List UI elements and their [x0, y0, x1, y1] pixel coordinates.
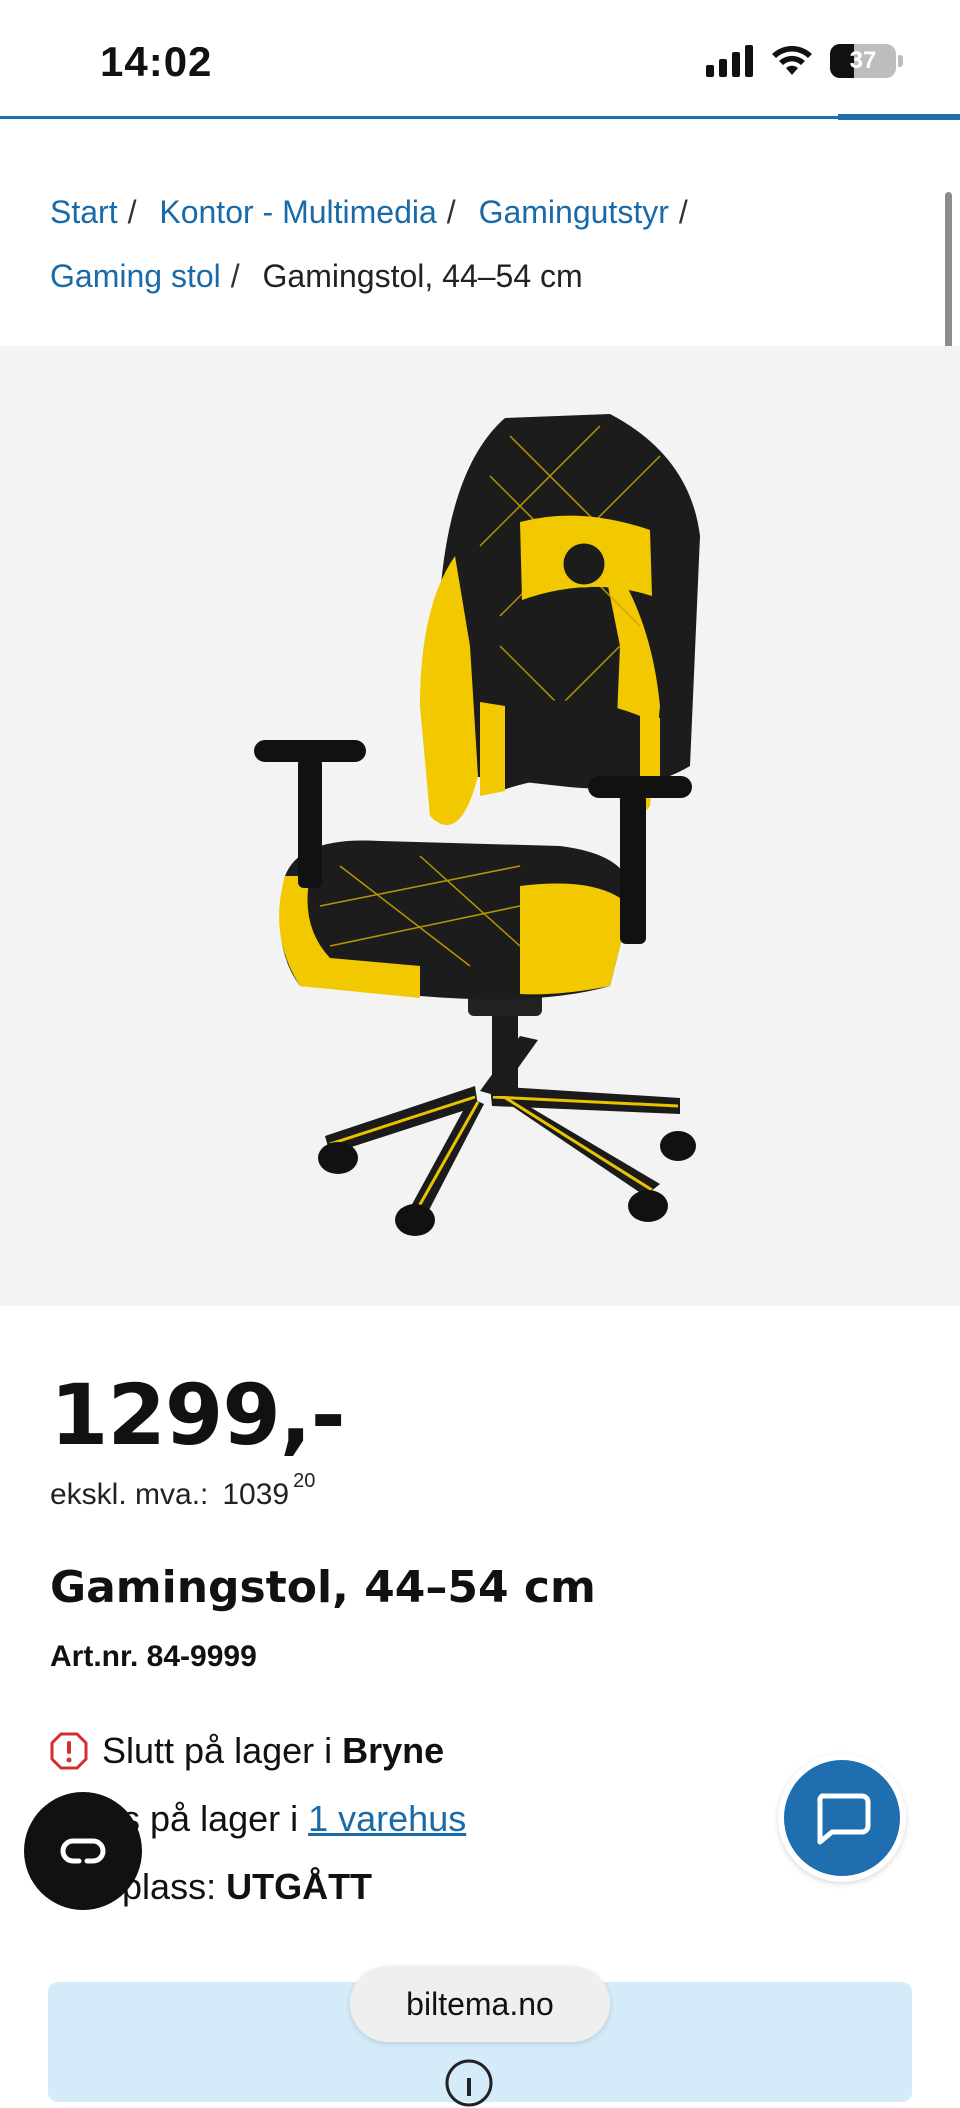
breadcrumb-gaming-stol[interactable]: Gaming stol	[50, 258, 221, 294]
product-title: Gamingstol, 44–54 cm	[50, 1562, 596, 1613]
breadcrumb-separator: /	[230, 258, 240, 294]
ex-vat-decimals: 20	[293, 1470, 316, 1492]
breadcrumb-start[interactable]: Start	[50, 194, 118, 230]
store-status-text: Slutt på lager i	[102, 1730, 333, 1771]
breadcrumb-kontor-multimedia[interactable]: Kontor - Multimedia	[159, 194, 436, 230]
breadcrumb-gamingutstyr[interactable]: Gamingutstyr	[479, 194, 669, 230]
article-number: Art.nr. 84-9999	[50, 1640, 257, 1673]
breadcrumb-separator: /	[446, 194, 456, 230]
compare-button[interactable]	[24, 1792, 142, 1910]
chat-button[interactable]	[778, 1754, 906, 1882]
warehouse-stock: eplass: UTGÅTT	[102, 1866, 372, 1908]
breadcrumb-separator: /	[678, 194, 688, 230]
chat-icon	[817, 1793, 871, 1845]
price-ex-vat: ekskl. mva.: 1039 20	[50, 1470, 315, 1512]
battery-icon: 37	[830, 44, 903, 78]
warehouse-status: UTGÅTT	[226, 1866, 373, 1907]
warning-icon	[50, 1732, 88, 1770]
page-load-progress-indicator	[838, 114, 960, 120]
breadcrumb-separator: /	[127, 194, 137, 230]
breadcrumb: Start / Kontor - Multimedia / Gamingutstyr…	[50, 180, 910, 308]
gaming-chair-image	[254, 414, 700, 1236]
store-stock-status: Slutt på lager i Bryne	[50, 1730, 444, 1772]
other-stores-stock: es på lager i 1 varehus	[102, 1798, 466, 1840]
battery-level: 37	[849, 47, 877, 74]
browser-url-bar[interactable]: biltema.no	[350, 1966, 610, 2042]
breadcrumb-current: Gamingstol, 44–54 cm	[262, 258, 583, 294]
info-icon	[445, 2059, 493, 2107]
wifi-icon	[772, 46, 812, 75]
product-price: 1299,-	[50, 1366, 346, 1464]
page-load-progress	[0, 116, 960, 119]
signal-icon	[706, 45, 753, 77]
status-icons: 37	[706, 44, 903, 78]
status-bar: 14:02 37	[0, 0, 960, 120]
compare-icon	[60, 1838, 106, 1864]
ex-vat-label: ekskl. mva.:	[50, 1478, 209, 1511]
product-image[interactable]	[0, 346, 960, 1306]
ex-vat-value: 1039	[222, 1478, 290, 1511]
status-time: 14:02	[100, 38, 213, 85]
other-stores-link[interactable]: 1 varehus	[308, 1798, 466, 1840]
store-name[interactable]: Bryne	[342, 1730, 444, 1772]
